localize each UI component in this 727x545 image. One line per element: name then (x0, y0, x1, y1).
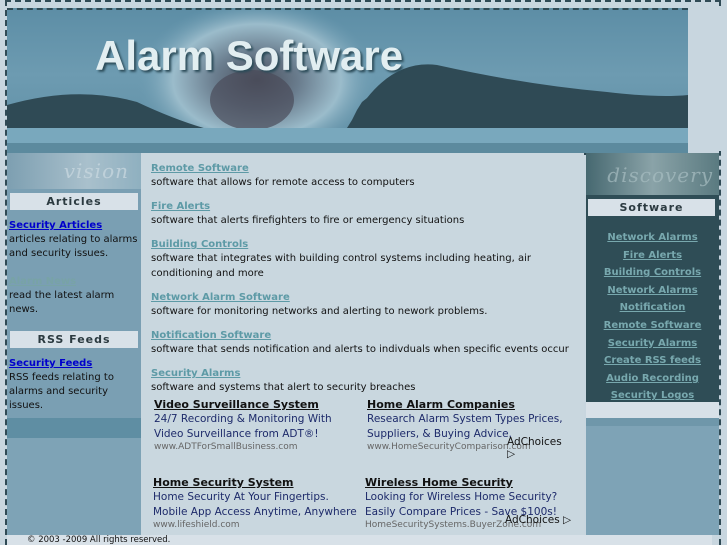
ad-title[interactable]: Video Surveillance System (154, 398, 364, 412)
header-spacer (688, 8, 721, 151)
adchoices-button[interactable]: AdChoices ▷ (507, 436, 573, 460)
remote-software-link[interactable]: Remote Software (151, 162, 584, 175)
right-sidebar: discovery Software Network Alarms Fire A… (586, 153, 719, 418)
sidebar-link-audio-recording[interactable]: Audio Recording (606, 373, 699, 384)
fire-alerts-link[interactable]: Fire Alerts (151, 200, 584, 213)
sidebar-link-building-controls[interactable]: Building Controls (604, 267, 701, 278)
sidebar-link-fire-alerts[interactable]: Fire Alerts (623, 250, 682, 261)
list-item: Security Feeds RSS feeds relating to ala… (7, 357, 141, 413)
security-feeds-link[interactable]: Security Feeds (9, 358, 92, 369)
vision-banner-text: vision (63, 159, 129, 183)
ad-url[interactable]: www.ADTForSmallBusiness.com (154, 442, 364, 451)
copyright-text: © 2003 -2009 All rights reserved. (27, 535, 171, 545)
sidebar-divider (7, 418, 141, 438)
discovery-banner-text: discovery (607, 163, 713, 187)
software-links: Network Alarms Fire Alerts Building Cont… (586, 228, 719, 404)
entry-desc: software that alerts firefighters to fir… (151, 215, 465, 226)
footer: © 2003 -2009 All rights reserved. (7, 535, 712, 545)
building-controls-link[interactable]: Building Controls (151, 238, 584, 251)
vision-banner: vision (7, 153, 141, 189)
adchoices-button[interactable]: AdChoices ▷ (505, 514, 571, 526)
entry-desc: software that sends notification and ale… (151, 344, 569, 355)
list-item: Alarm News read the latest alarm news. (7, 275, 141, 317)
header-banner: Alarm Software (7, 8, 688, 155)
ad-body: Home Security At Your Fingertips. Mobile… (153, 491, 357, 518)
sidebar-link-remote-software[interactable]: Remote Software (604, 320, 702, 331)
ad-body: 24/7 Recording & Monitoring With Video S… (154, 413, 332, 440)
ad-unit[interactable]: Video Surveillance System 24/7 Recording… (154, 398, 364, 451)
list-item: Security Articles articles relating to a… (7, 219, 141, 261)
item-desc: read the latest alarm news. (9, 290, 115, 315)
item-desc: articles relating to alarms and security… (9, 234, 138, 259)
discovery-banner: discovery (586, 153, 719, 195)
right-sidebar-bottom (586, 418, 719, 535)
ad-unit[interactable]: Home Security System Home Security At Yo… (153, 476, 363, 529)
entry-desc: software for monitoring networks and ale… (151, 306, 488, 317)
item-desc: RSS feeds relating to alarms and securit… (9, 372, 114, 411)
ad-title[interactable]: Home Security System (153, 476, 363, 490)
software-entry: Building Controls software that integrat… (151, 238, 584, 281)
main-content: Remote Software software that allows for… (141, 153, 584, 535)
software-entry: Remote Software software that allows for… (151, 162, 584, 190)
sidebar-link-network-alarms[interactable]: Network Alarms (607, 232, 697, 243)
right-sidebar-band (586, 402, 719, 418)
sidebar-link-network-alarms-2[interactable]: Network Alarms (607, 285, 697, 296)
ad-title[interactable]: Home Alarm Companies (367, 398, 577, 412)
rss-feeds-heading: RSS Feeds (10, 331, 138, 348)
network-alarm-software-link[interactable]: Network Alarm Software (151, 291, 584, 304)
alarm-news-link[interactable]: Alarm News (9, 276, 76, 287)
left-sidebar-bottom (7, 438, 141, 535)
software-entry: Security Alarms software and systems tha… (151, 367, 584, 395)
security-articles-link[interactable]: Security Articles (9, 220, 102, 231)
software-entry: Network Alarm Software software for moni… (151, 291, 584, 319)
articles-heading: Articles (10, 193, 138, 210)
entry-desc: software that allows for remote access t… (151, 177, 415, 188)
site-title: Alarm Software (95, 32, 404, 79)
notification-software-link[interactable]: Notification Software (151, 329, 584, 342)
software-entry: Fire Alerts software that alerts firefig… (151, 200, 584, 228)
software-entry: Notification Software software that send… (151, 329, 584, 357)
ad-title[interactable]: Wireless Home Security (365, 476, 575, 490)
sidebar-link-create-rss-feeds[interactable]: Create RSS feeds (604, 355, 701, 366)
software-heading: Software (588, 199, 715, 216)
sidebar-link-security-logos[interactable]: Security Logos (611, 390, 694, 401)
ad-url[interactable]: www.lifeshield.com (153, 520, 363, 529)
sidebar-link-notification[interactable]: Notification (620, 302, 686, 313)
sidebar-link-security-alarms[interactable]: Security Alarms (608, 338, 697, 349)
entry-desc: software that integrates with building c… (151, 253, 531, 279)
security-alarms-link[interactable]: Security Alarms (151, 367, 584, 380)
entry-desc: software and systems that alert to secur… (151, 382, 416, 393)
